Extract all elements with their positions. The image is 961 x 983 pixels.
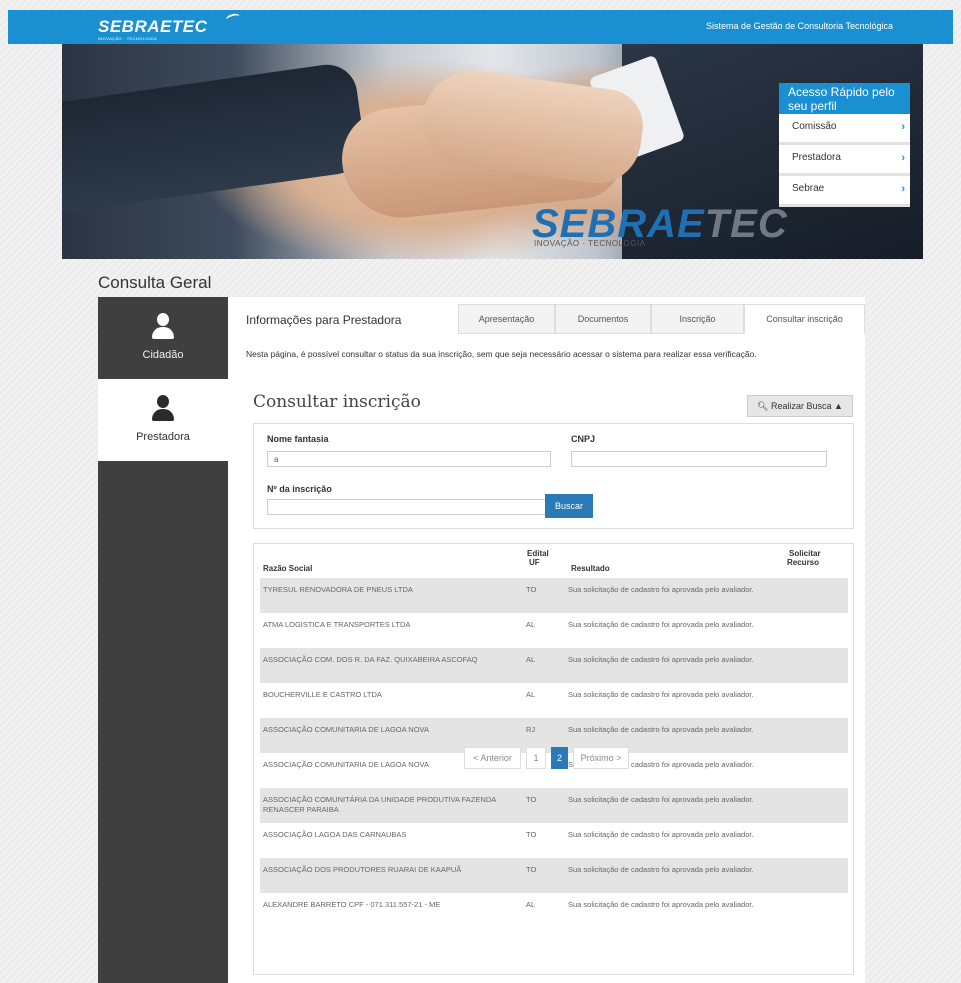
table-row: TYRESUL RENOVADORA DE PNEUS LTDA TO Sua …	[260, 578, 848, 613]
logo-swoosh-icon	[225, 12, 241, 24]
cell-uf: AL	[526, 620, 536, 629]
column-header-razao: Razão Social	[263, 564, 313, 573]
consult-title: Consultar inscrição	[253, 392, 421, 412]
cell-resultado: Sua solicitação de cadastro foi aprovada…	[568, 830, 754, 839]
chevron-right-icon: ›	[901, 183, 905, 195]
cell-uf: RJ	[526, 725, 536, 734]
pagination-previous[interactable]: < Anterior	[464, 747, 521, 769]
tab-consultar-inscricao[interactable]: Consultar inscrição	[744, 304, 865, 334]
table-row: BOUCHERVILLE E CASTRO LTDA AL Sua solici…	[260, 683, 848, 718]
cell-uf: TO	[526, 865, 537, 874]
cell-uf: AL	[526, 900, 536, 909]
page-title: Consulta Geral	[98, 273, 212, 292]
cell-uf: TO	[526, 795, 537, 804]
column-header-edital: Edital	[527, 549, 549, 558]
cell-resultado: Sua solicitação de cadastro foi aprovada…	[568, 795, 754, 804]
cell-resultado: Sua solicitação de cadastro foi aprovada…	[568, 865, 754, 874]
quick-access-label: Sebrae	[792, 183, 825, 194]
person-icon	[152, 395, 174, 425]
pagination-page-2[interactable]: 2	[551, 747, 568, 769]
column-header-solicitar: Solicitar	[789, 549, 821, 558]
banner-logo-faded: TEC	[704, 202, 788, 246]
intro-text: Nesta página, é possível consultar o sta…	[246, 349, 757, 359]
banner-decoration	[62, 60, 369, 218]
nome-fantasia-input[interactable]	[267, 451, 551, 467]
inscricao-input[interactable]	[267, 499, 551, 515]
tab-inscricao[interactable]: Inscrição	[651, 304, 744, 334]
nome-fantasia-label: Nome fantasia	[267, 434, 329, 444]
top-bar: SEBRAETEC INOVAÇÃO · TECNOLOGIA Sistema …	[8, 10, 953, 44]
column-header-uf: UF	[529, 558, 540, 567]
table-row: ASSOCIAÇÃO DOS PRODUTORES RUARAI DE KAAP…	[260, 858, 848, 893]
cell-razao: ALEXANDRE BARRETO CPF - 071.311.557-21 -…	[263, 900, 441, 909]
quick-access-comissao[interactable]: Comissão ›	[779, 114, 910, 145]
cnpj-input[interactable]	[571, 451, 827, 467]
main-panel: Informações para Prestadora Apresentação…	[228, 297, 865, 983]
cell-resultado: Sua solicitação de cadastro foi aprovada…	[568, 620, 754, 629]
system-title: Sistema de Gestão de Consultoria Tecnoló…	[706, 21, 893, 31]
banner-tagline: INOVAÇÃO · TECNOLOGIA	[534, 239, 646, 248]
column-header-resultado: Resultado	[571, 564, 610, 573]
quick-access-sebrae[interactable]: Sebrae ›	[779, 176, 910, 207]
cell-resultado: Sua solicitação de cadastro foi aprovada…	[568, 655, 754, 664]
cell-razao: ASSOCIAÇÃO DOS PRODUTORES RUARAI DE KAAP…	[263, 865, 462, 874]
tab-apresentacao[interactable]: Apresentação	[458, 304, 555, 334]
quick-access-title: Acesso Rápido pelo seu perfil	[779, 83, 910, 114]
cell-razao: BOUCHERVILLE E CASTRO LTDA	[263, 690, 382, 699]
search-toggle-label: Realizar Busca ▲	[771, 401, 843, 411]
cell-razao: ASSOCIAÇÃO COM. DOS R. DA FAZ. QUIXABEIR…	[263, 655, 478, 664]
chevron-right-icon: ›	[901, 121, 905, 133]
table-row: ALEXANDRE BARRETO CPF - 071.311.557-21 -…	[260, 893, 848, 928]
sidebar-item-cidadao[interactable]: Cidadão	[98, 297, 228, 379]
pagination-next[interactable]: Próximo >	[573, 747, 629, 769]
profile-sidebar: Cidadão Prestadora	[98, 297, 228, 983]
table-row: ASSOCIAÇÃO LAGOA DAS CARNAUBAS TO Sua so…	[260, 823, 848, 858]
logo-tagline: INOVAÇÃO · TECNOLOGIA	[98, 36, 157, 41]
cell-resultado: Sua solicitação de cadastro foi aprovada…	[568, 900, 754, 909]
buscar-button[interactable]: Buscar	[545, 494, 593, 518]
inscricao-label: Nº da inscrição	[267, 484, 332, 494]
column-header-recurso: Recurso	[787, 558, 820, 567]
tab-documentos[interactable]: Documentos	[555, 304, 651, 334]
cell-uf: TO	[526, 830, 537, 839]
cell-uf: TO	[526, 585, 537, 594]
quick-access-panel: Acesso Rápido pelo seu perfil Comissão ›…	[779, 83, 910, 207]
sidebar-item-prestadora[interactable]: Prestadora	[98, 379, 228, 461]
logo-text: SEBRAETEC	[98, 17, 208, 36]
person-icon	[152, 313, 174, 343]
cell-uf: AL	[526, 690, 536, 699]
search-icon: 🔍︎	[757, 401, 769, 411]
tab-bar: Informações para Prestadora Apresentação…	[228, 297, 865, 334]
section-heading: Informações para Prestadora	[246, 313, 402, 327]
cnpj-label: CNPJ	[571, 434, 596, 444]
quick-access-prestadora[interactable]: Prestadora ›	[779, 145, 910, 176]
quick-access-label: Prestadora	[792, 152, 841, 163]
table-row: ATMA LOGISTICA E TRANSPORTES LTDA AL Sua…	[260, 613, 848, 648]
sidebar-item-label: Prestadora	[136, 431, 190, 443]
cell-razao: TYRESUL RENOVADORA DE PNEUS LTDA	[263, 585, 413, 594]
table-row: ASSOCIAÇÃO COMUNITÁRIA DA UNIDADE PRODUT…	[260, 788, 848, 823]
cell-resultado: Sua solicitação de cadastro foi aprovada…	[568, 725, 754, 734]
cell-razao: ASSOCIAÇÃO COMUNITARIA DE LAGOA NOVA	[263, 725, 430, 734]
search-toggle-button[interactable]: 🔍︎ Realizar Busca ▲	[747, 395, 853, 417]
cell-razao: ATMA LOGISTICA E TRANSPORTES LTDA	[263, 620, 411, 629]
cell-resultado: Sua solicitação de cadastro foi aprovada…	[568, 585, 754, 594]
quick-access-label: Comissão	[792, 121, 837, 132]
table-row: ASSOCIAÇÃO COM. DOS R. DA FAZ. QUIXABEIR…	[260, 648, 848, 683]
cell-razao: ASSOCIAÇÃO LAGOA DAS CARNAUBAS	[263, 830, 407, 839]
cell-resultado: Sua solicitação de cadastro foi aprovada…	[568, 690, 754, 699]
cell-uf: AL	[526, 655, 536, 664]
cell-razao: ASSOCIAÇÃO COMUNITÁRIA DA UNIDADE PRODUT…	[263, 795, 496, 814]
pagination-page-1[interactable]: 1	[526, 747, 546, 769]
chevron-right-icon: ›	[901, 152, 905, 164]
sidebar-item-label: Cidadão	[142, 349, 184, 361]
sebraetec-logo[interactable]: SEBRAETEC INOVAÇÃO · TECNOLOGIA	[98, 12, 241, 41]
